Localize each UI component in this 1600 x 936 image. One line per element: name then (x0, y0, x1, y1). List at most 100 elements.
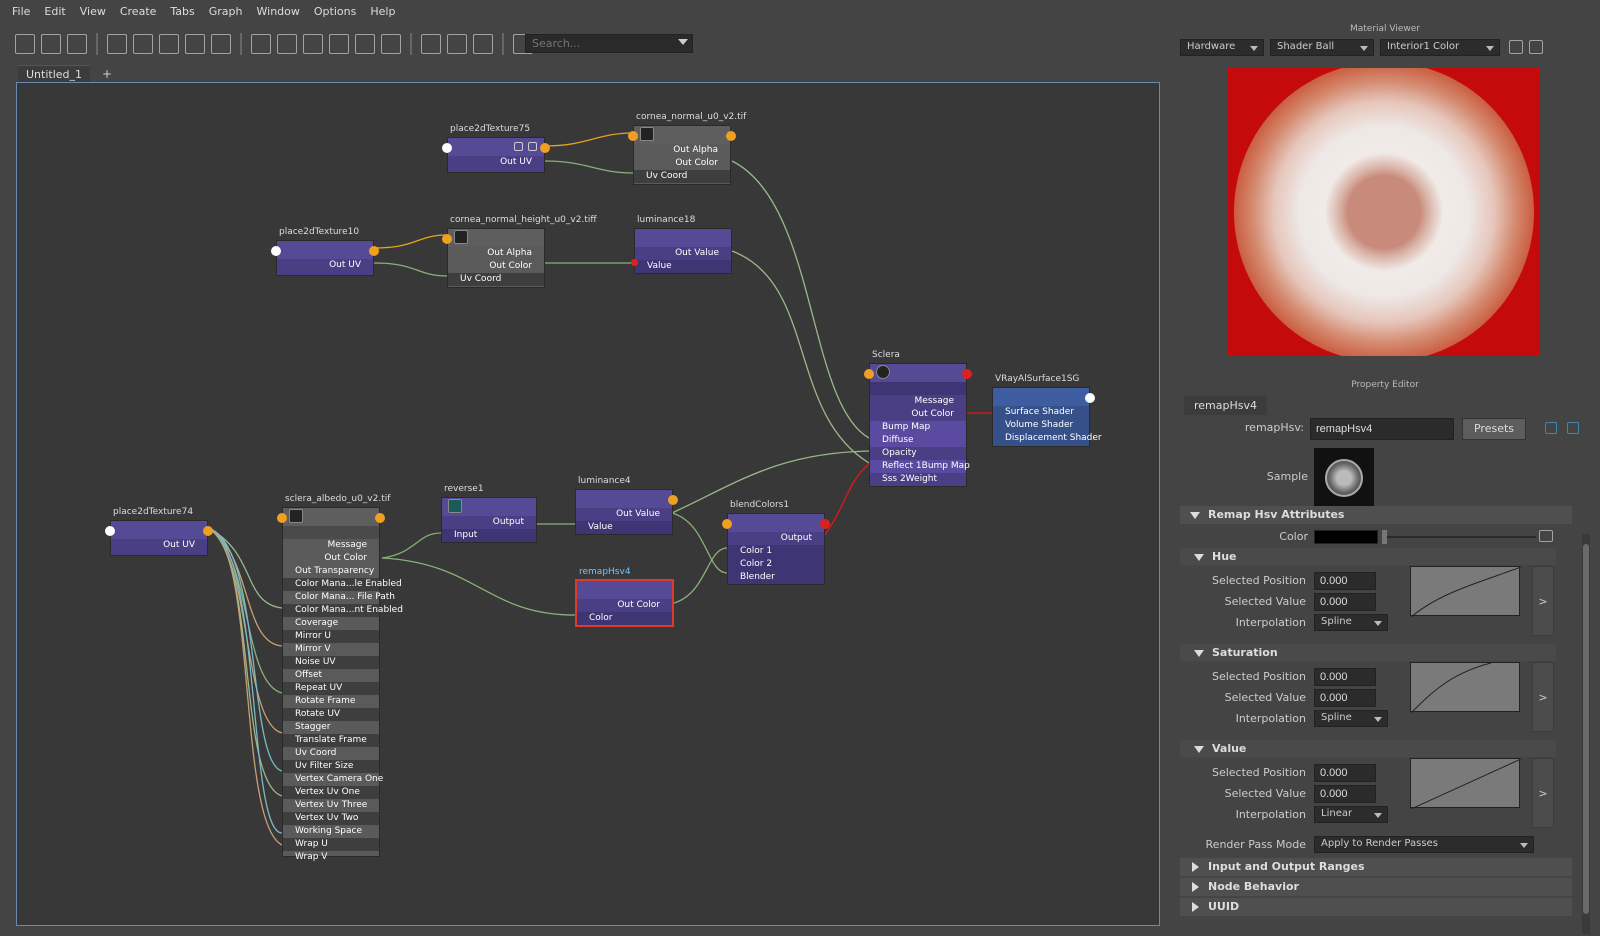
port-value[interactable]: Value (635, 260, 731, 273)
hue-expand-button[interactable]: > (1532, 566, 1554, 636)
input-connections-icon[interactable] (15, 34, 35, 54)
value-expand-button[interactable]: > (1532, 758, 1554, 828)
input-port[interactable] (722, 519, 732, 529)
port-input[interactable]: Input (442, 529, 536, 542)
node-place2dtexture74[interactable]: place2dTexture74 Out UV (105, 507, 213, 556)
value-selected-position[interactable] (1314, 764, 1376, 782)
connected-mode-icon[interactable] (277, 34, 297, 54)
port-bump-map[interactable]: Bump Map (870, 421, 966, 434)
port-attr[interactable]: Color Mana...nt Enabled (283, 604, 403, 617)
menu-window[interactable]: Window (257, 5, 300, 18)
section-node-behavior[interactable]: Node Behavior (1180, 878, 1572, 896)
renderer-select[interactable]: Hardware (1180, 38, 1264, 56)
menu-options[interactable]: Options (314, 5, 356, 18)
scrollbar-thumb[interactable] (1583, 544, 1589, 914)
port-sss-weight[interactable]: Sss 2Weight (870, 473, 966, 486)
saturation-selected-value[interactable] (1314, 689, 1376, 707)
node-sclera-albedo[interactable]: sclera_albedo_u0_v2.tif Message Out Colo… (277, 494, 403, 862)
output-port[interactable] (820, 519, 830, 529)
refresh-icon[interactable] (1509, 40, 1523, 54)
port-attr[interactable]: Noise UV (283, 656, 379, 669)
tab-remaphsv4[interactable]: remapHsv4 (1184, 396, 1267, 415)
search-icon[interactable] (355, 34, 375, 54)
port-out-color[interactable]: Out Color (870, 408, 966, 421)
pause-icon[interactable] (1529, 40, 1543, 54)
port-diffuse[interactable]: Diffuse (870, 434, 966, 447)
menu-graph[interactable]: Graph (209, 5, 243, 18)
show-icon[interactable] (1567, 422, 1579, 434)
port-uv-coord[interactable]: Uv Coord (634, 170, 730, 183)
port-reflect-bump[interactable]: Reflect 1Bump Map (870, 460, 970, 473)
port-output[interactable]: Output (728, 532, 824, 545)
port-attr[interactable]: Translate Frame (283, 734, 379, 747)
port-out-uv[interactable]: Out UV (448, 156, 544, 169)
port-color2[interactable]: Color 2 (728, 558, 824, 571)
node-cornea-normal[interactable]: cornea_normal_u0_v2.tif Out Alpha Out Co… (628, 112, 746, 185)
color-slider-handle[interactable] (1382, 530, 1387, 544)
node-blendcolors1[interactable]: blendColors1 Output Color 1 Color 2 Blen… (722, 500, 830, 585)
menu-view[interactable]: View (80, 5, 106, 18)
port-attr[interactable]: Repeat UV (283, 682, 379, 695)
section-input-output-ranges[interactable]: Input and Output Ranges (1180, 858, 1572, 876)
node-vrayalsurface1sg[interactable]: VRayAlSurface1SG Surface Shader Volume S… (992, 374, 1102, 447)
environment-select[interactable]: Interior1 Color (1380, 38, 1500, 56)
node-luminance4[interactable]: luminance4 Out Value Value (575, 476, 678, 535)
property-editor-scrollbar[interactable] (1582, 534, 1590, 934)
port-attr[interactable]: Offset (283, 669, 379, 682)
port-blender[interactable]: Blender (728, 571, 824, 584)
output-port[interactable] (442, 143, 452, 153)
node-name-field[interactable] (1310, 418, 1454, 440)
port-message[interactable]: Message (283, 539, 379, 552)
output-port[interactable] (203, 526, 213, 536)
port-attr[interactable]: Uv Coord (283, 747, 379, 760)
menu-edit[interactable]: Edit (44, 5, 65, 18)
output-connections-icon[interactable] (67, 34, 87, 54)
port-attr[interactable]: Coverage (283, 617, 379, 630)
search-dropdown-icon[interactable] (678, 39, 688, 45)
lock-icon[interactable] (473, 34, 493, 54)
input-output-connections-icon[interactable] (41, 34, 61, 54)
port-attr[interactable]: Vertex Uv One (283, 786, 379, 799)
input-port[interactable] (628, 131, 638, 141)
grid-icon[interactable] (421, 34, 441, 54)
screenshot-icon[interactable] (381, 34, 401, 54)
port-displacement-shader[interactable]: Displacement Shader (993, 432, 1102, 445)
node-sclera[interactable]: Sclera Message Out Color Bump Map Diffus… (864, 350, 972, 487)
port-attr[interactable]: Stagger (283, 721, 379, 734)
add-tab-button[interactable]: + (102, 67, 112, 81)
port-out-transparency[interactable]: Out Transparency (283, 565, 379, 578)
port-attr[interactable]: Vertex Camera One (283, 773, 383, 786)
material-preview[interactable] (1228, 68, 1540, 356)
port-out-uv[interactable]: Out UV (277, 259, 373, 272)
input-port[interactable] (864, 369, 874, 379)
input-port[interactable] (277, 513, 287, 523)
layout-icon[interactable] (133, 34, 153, 54)
swatch-icon[interactable] (528, 142, 537, 151)
output-port[interactable] (726, 131, 736, 141)
port-attr[interactable]: Uv Filter Size (283, 760, 379, 773)
port-attr[interactable]: Working Space (283, 825, 379, 838)
color-swatch[interactable] (1314, 530, 1378, 544)
custom-mode-icon[interactable] (329, 34, 349, 54)
menu-help[interactable]: Help (370, 5, 395, 18)
port-out-color[interactable]: Out Color (577, 599, 672, 612)
frame-all-icon[interactable] (107, 34, 127, 54)
input-port[interactable] (631, 259, 638, 266)
hue-interpolation-select[interactable]: Spline (1314, 614, 1388, 631)
port-attr[interactable]: Color Mana...le Enabled (283, 578, 402, 591)
remove-selected-icon[interactable] (211, 34, 231, 54)
section-hue[interactable]: Hue (1180, 548, 1556, 565)
port-attr[interactable]: Wrap U (283, 838, 379, 851)
snap-icon[interactable] (447, 34, 467, 54)
section-saturation[interactable]: Saturation (1180, 644, 1556, 661)
port-attr[interactable]: Vertex Uv Three (283, 799, 379, 812)
port-volume-shader[interactable]: Volume Shader (993, 419, 1089, 432)
node-remaphsv4[interactable]: remapHsv4 Out Color Color (575, 567, 674, 627)
presets-button[interactable]: Presets (1462, 418, 1526, 440)
node-cornea-normal-height[interactable]: cornea_normal_height_u0_v2.tiff Out Alph… (442, 215, 597, 288)
input-port[interactable] (271, 246, 281, 256)
node-reverse1[interactable]: reverse1 Output Input (441, 484, 537, 543)
output-port[interactable] (1085, 393, 1095, 403)
port-out-value[interactable]: Out Value (635, 247, 731, 260)
input-port[interactable] (105, 526, 115, 536)
